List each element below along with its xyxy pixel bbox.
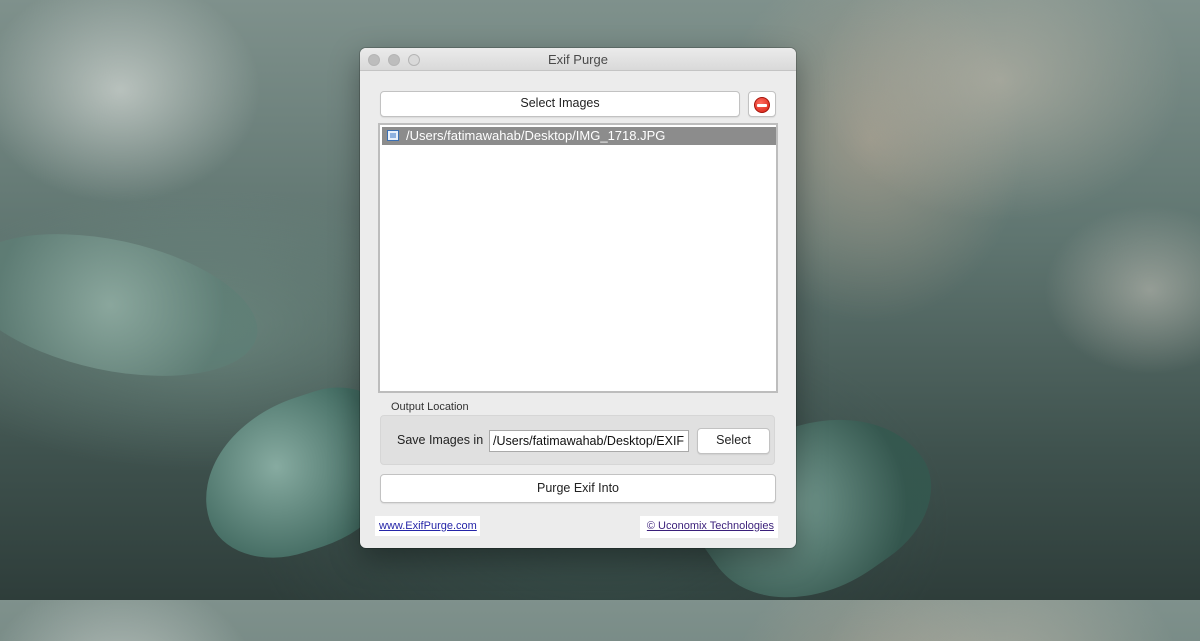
purge-exif-button[interactable]: Purge Exif Into xyxy=(380,474,776,503)
select-output-button[interactable]: Select xyxy=(697,428,770,454)
company-link[interactable]: © Uconomix Technologies xyxy=(640,516,778,538)
title-bar: Exif Purge xyxy=(360,48,796,71)
window-title: Exif Purge xyxy=(548,52,608,67)
website-link[interactable]: www.ExifPurge.com xyxy=(375,516,480,536)
background-leaf xyxy=(0,210,271,400)
list-item[interactable]: /Users/fatimawahab/Desktop/IMG_1718.JPG xyxy=(382,127,776,145)
image-list[interactable]: /Users/fatimawahab/Desktop/IMG_1718.JPG xyxy=(378,123,778,393)
remove-icon xyxy=(754,96,770,113)
output-location-label: Output Location xyxy=(391,401,469,413)
image-file-icon xyxy=(387,130,399,141)
save-images-label: Save Images in xyxy=(397,433,484,447)
output-path-field[interactable] xyxy=(489,430,689,452)
exif-purge-window: Exif Purge Select Images /Users/fatimawa… xyxy=(360,48,796,548)
select-images-button[interactable]: Select Images xyxy=(380,91,740,117)
file-path: /Users/fatimawahab/Desktop/IMG_1718.JPG xyxy=(406,128,666,143)
remove-image-button[interactable] xyxy=(748,91,776,117)
